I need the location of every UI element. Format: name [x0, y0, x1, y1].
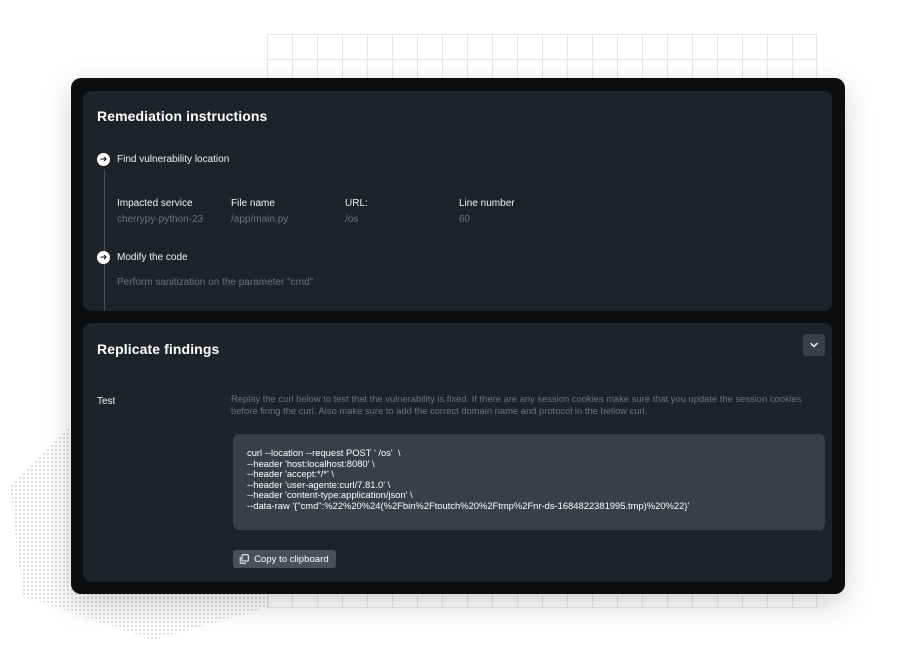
- url-value: /os: [345, 214, 359, 225]
- line-number-label: Line number: [459, 198, 515, 209]
- line-number-field: Line number 60: [459, 198, 515, 225]
- collapse-button[interactable]: [803, 334, 825, 356]
- step-find-vulnerability: ➜ Find vulnerability location: [97, 153, 229, 166]
- code-line: --data-raw '{"cmd":%22%20%24(%2Fbin%2Fto…: [247, 499, 690, 511]
- impacted-service-field: Impacted service cherrypy-python-23: [117, 198, 203, 225]
- url-field: URL: /os: [345, 198, 368, 225]
- step-label: Modify the code: [117, 252, 188, 263]
- chevron-down-icon: [810, 342, 818, 348]
- url-label: URL:: [345, 198, 368, 209]
- copy-button-label: Copy to clipboard: [254, 553, 329, 565]
- test-label: Test: [97, 396, 116, 407]
- steps-connector-line: [104, 169, 105, 311]
- copy-to-clipboard-button[interactable]: Copy to clipboard: [233, 550, 336, 568]
- line-number-value: 60: [459, 214, 471, 225]
- remediation-title: Remediation instructions: [97, 108, 268, 124]
- code-line: curl --location --request POST ' /os' \: [247, 447, 401, 458]
- copy-icon: [238, 554, 249, 565]
- replicate-card: Replicate findings Test Replay the curl …: [83, 323, 832, 582]
- remediation-card: Remediation instructions ➜ Find vulnerab…: [83, 91, 832, 311]
- step-modify-code: ➜ Modify the code: [97, 251, 188, 264]
- file-name-value: /app/main.py: [231, 214, 289, 225]
- step-label: Find vulnerability location: [117, 154, 230, 165]
- file-name-field: File name /app/main.py: [231, 198, 288, 225]
- arrow-right-circle-icon: ➜: [97, 251, 110, 264]
- modify-code-description: Perform sanitization on the parameter "c…: [117, 277, 314, 288]
- curl-code-block[interactable]: curl --location --request POST ' /os' \ -…: [233, 434, 825, 530]
- test-description: Replay the curl below to test that the v…: [231, 393, 802, 416]
- app-window: Remediation instructions ➜ Find vulnerab…: [71, 78, 845, 594]
- arrow-right-circle-icon: ➜: [97, 153, 110, 166]
- replicate-title: Replicate findings: [97, 341, 220, 357]
- file-name-label: File name: [231, 198, 275, 209]
- impacted-service-label: Impacted service: [117, 198, 193, 209]
- impacted-service-value: cherrypy-python-23: [117, 214, 204, 225]
